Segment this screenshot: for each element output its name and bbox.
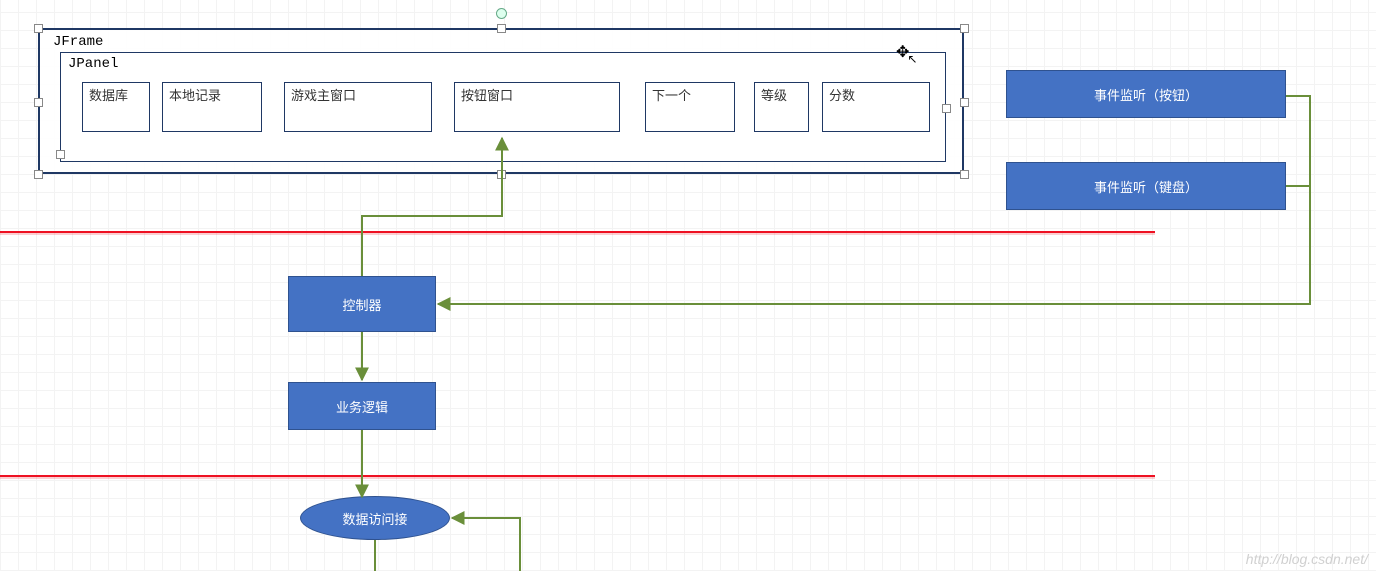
handle-w[interactable] xyxy=(34,98,43,107)
jframe-label: JFrame xyxy=(53,34,103,50)
handle-se[interactable] xyxy=(960,170,969,179)
panel-score-label: 分数 xyxy=(829,88,855,103)
controller-label: 控制器 xyxy=(342,295,381,314)
dao-ellipse[interactable]: 数据访问接 xyxy=(300,496,450,540)
panel-gamewin-label: 游戏主窗口 xyxy=(291,88,356,103)
panel-gamewin[interactable]: 游戏主窗口 xyxy=(284,82,432,132)
watermark: http://blog.csdn.net/ xyxy=(1246,551,1368,567)
panel-local[interactable]: 本地记录 xyxy=(162,82,262,132)
handle-s[interactable] xyxy=(497,170,506,179)
panel-next-label: 下一个 xyxy=(652,88,691,103)
listener-keyboard-box[interactable]: 事件监听（键盘） xyxy=(1006,162,1286,210)
logic-box[interactable]: 业务逻辑 xyxy=(288,382,436,430)
handle-n[interactable] xyxy=(497,24,506,33)
panel-level-label: 等级 xyxy=(761,88,787,103)
panel-btnwin-label: 按钮窗口 xyxy=(461,88,513,103)
listener-button-box[interactable]: 事件监听（按钮） xyxy=(1006,70,1286,118)
handle-ne[interactable] xyxy=(960,24,969,33)
handle-e[interactable] xyxy=(960,98,969,107)
panel-db-label: 数据库 xyxy=(89,88,128,103)
jpanel-label: JPanel xyxy=(68,56,118,72)
listener-keyboard-label: 事件监听（键盘） xyxy=(1094,177,1198,196)
dao-label: 数据访问接 xyxy=(342,509,407,528)
panel-next[interactable]: 下一个 xyxy=(645,82,735,132)
panel-btnwin[interactable]: 按钮窗口 xyxy=(454,82,620,132)
controller-box[interactable]: 控制器 xyxy=(288,276,436,332)
listener-button-label: 事件监听（按钮） xyxy=(1094,85,1198,104)
inner-handle-w[interactable] xyxy=(56,150,65,159)
panel-local-label: 本地记录 xyxy=(169,88,221,103)
inner-handle-e[interactable] xyxy=(942,104,951,113)
panel-db[interactable]: 数据库 xyxy=(82,82,150,132)
move-cursor-icon: ✥↖ xyxy=(896,42,919,62)
rotate-handle[interactable] xyxy=(496,8,507,19)
panel-level[interactable]: 等级 xyxy=(754,82,809,132)
logic-label: 业务逻辑 xyxy=(336,397,388,416)
panel-score[interactable]: 分数 xyxy=(822,82,930,132)
handle-sw[interactable] xyxy=(34,170,43,179)
handle-nw[interactable] xyxy=(34,24,43,33)
